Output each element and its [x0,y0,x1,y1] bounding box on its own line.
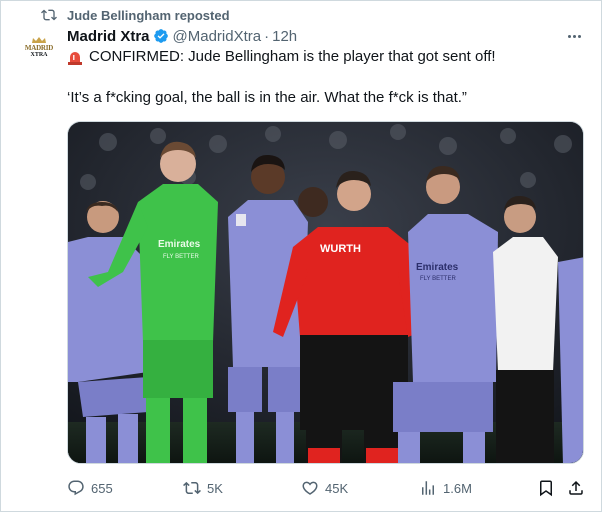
view-count: 1.6M [443,480,472,496]
tweet-card[interactable]: Jude Bellingham reposted MADRID XTRA Mad… [0,0,602,512]
bookmark-button[interactable] [537,477,555,499]
repost-button[interactable]: 5K [183,477,223,499]
tweet-photo[interactable]: Emirates FLY BETTER WURTH Emirates FLY B… [67,121,584,464]
player-valencia-dark [298,187,328,217]
repost-icon [41,9,57,21]
reply-icon [68,480,84,496]
bookmark-icon [540,480,552,497]
like-button[interactable]: 45K [301,477,348,499]
tweet-text-line1: CONFIRMED: Jude Bellingham is the player… [67,47,496,67]
share-icon [569,480,583,495]
siren-icon [68,52,82,65]
repost-icon [183,481,201,495]
author-name[interactable]: Madrid Xtra [67,28,150,45]
verified-badge-icon[interactable] [153,28,169,44]
player-sponsor: Emirates [416,262,459,273]
more-options-icon[interactable] [564,29,584,43]
tweet-text-headline: CONFIRMED: Jude Bellingham is the player… [89,48,496,65]
player-sponsor-sub: FLY BETTER [420,276,456,282]
heart-icon [302,481,318,495]
avatar-logo-line1: MADRID [24,43,54,52]
repost-banner-text: Jude Bellingham reposted [67,7,230,23]
reply-count: 655 [91,480,113,496]
author-handle[interactable]: @MadridXtra [173,28,262,45]
analytics-icon [422,481,434,495]
goalkeeper-sponsor-sub: FLY BETTER [163,254,199,260]
tweet-header: Madrid Xtra @MadridXtra · 12h [67,26,297,46]
avatar[interactable]: MADRID XTRA [21,29,57,65]
action-bar: 655 5K 45K 1.6M [1,477,602,499]
crown-icon [32,36,46,43]
match-photo: Emirates FLY BETTER WURTH Emirates FLY B… [68,122,583,463]
reply-button[interactable]: 655 [67,477,113,499]
goalkeeper-sponsor: Emirates [158,239,201,250]
repost-count: 5K [207,480,223,496]
timestamp[interactable]: 12h [272,28,297,45]
separator-dot: · [264,27,270,45]
tweet-text-line2: ‘It’s a f*cking goal, the ball is in the… [67,89,467,106]
views-button[interactable]: 1.6M [419,477,472,499]
avatar-logo-line2: XTRA [30,51,48,58]
like-count: 45K [325,480,349,496]
repost-banner[interactable]: Jude Bellingham reposted [41,7,230,23]
referee-shirt-text: WURTH [320,243,361,255]
share-button[interactable] [567,477,585,499]
